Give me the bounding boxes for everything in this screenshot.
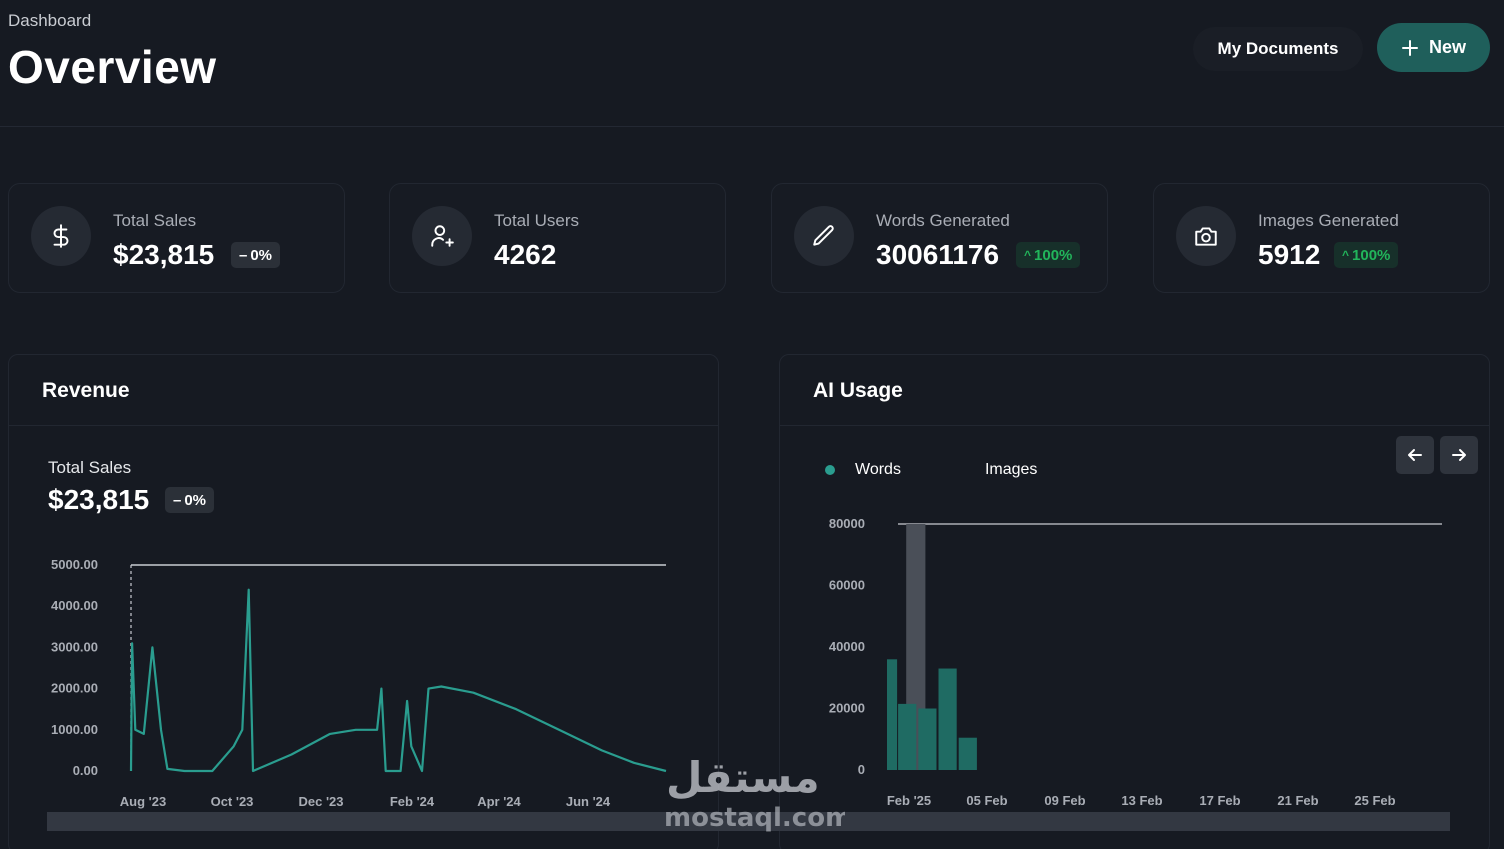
charts-layer: 0.00 1000.00 2000.00 3000.00 4000.00 5000.00 A… — [47, 516, 1450, 831]
bar — [898, 703, 917, 770]
y-tick-label: 4000.00 — [51, 598, 98, 613]
bar — [958, 737, 977, 770]
bar — [918, 708, 937, 770]
x-tick-label: Aug '23 — [120, 794, 166, 809]
x-tick-label: Oct '23 — [211, 794, 254, 809]
series-line-sales — [129, 588, 667, 773]
x-tick-label: Feb '24 — [390, 794, 435, 809]
y-tick-label: 2000.00 — [51, 681, 98, 696]
bar — [887, 659, 898, 770]
y-tick-label: 20000 — [829, 701, 865, 716]
x-tick-label: Apr '24 — [477, 794, 521, 809]
watermark-logo: مستقل mostaql.com — [664, 753, 845, 833]
y-tick-label: 1000.00 — [51, 722, 98, 737]
x-tick-label: Jun '24 — [566, 794, 611, 809]
x-tick-label: 17 Feb — [1199, 793, 1240, 808]
x-tick-label: 25 Feb — [1354, 793, 1395, 808]
x-tick-label: Feb '25 — [887, 793, 931, 808]
y-tick-label: 3000.00 — [51, 639, 98, 654]
y-tick-label: 40000 — [829, 639, 865, 654]
x-tick-label: 13 Feb — [1121, 793, 1162, 808]
x-tick-label: 05 Feb — [966, 793, 1007, 808]
x-tick-label: Dec '23 — [298, 794, 343, 809]
y-tick-label: 5000.00 — [51, 557, 98, 572]
svg-text:mostaql.com: mostaql.com — [664, 803, 845, 833]
x-tick-label: 09 Feb — [1044, 793, 1085, 808]
svg-text:مستقل: مستقل — [666, 753, 820, 802]
y-tick-label: 80000 — [829, 516, 865, 531]
bar — [938, 668, 957, 770]
y-tick-label: 0.00 — [73, 763, 98, 778]
x-tick-label: 21 Feb — [1277, 793, 1318, 808]
y-tick-label: 0 — [858, 762, 865, 777]
y-tick-label: 60000 — [829, 578, 865, 593]
